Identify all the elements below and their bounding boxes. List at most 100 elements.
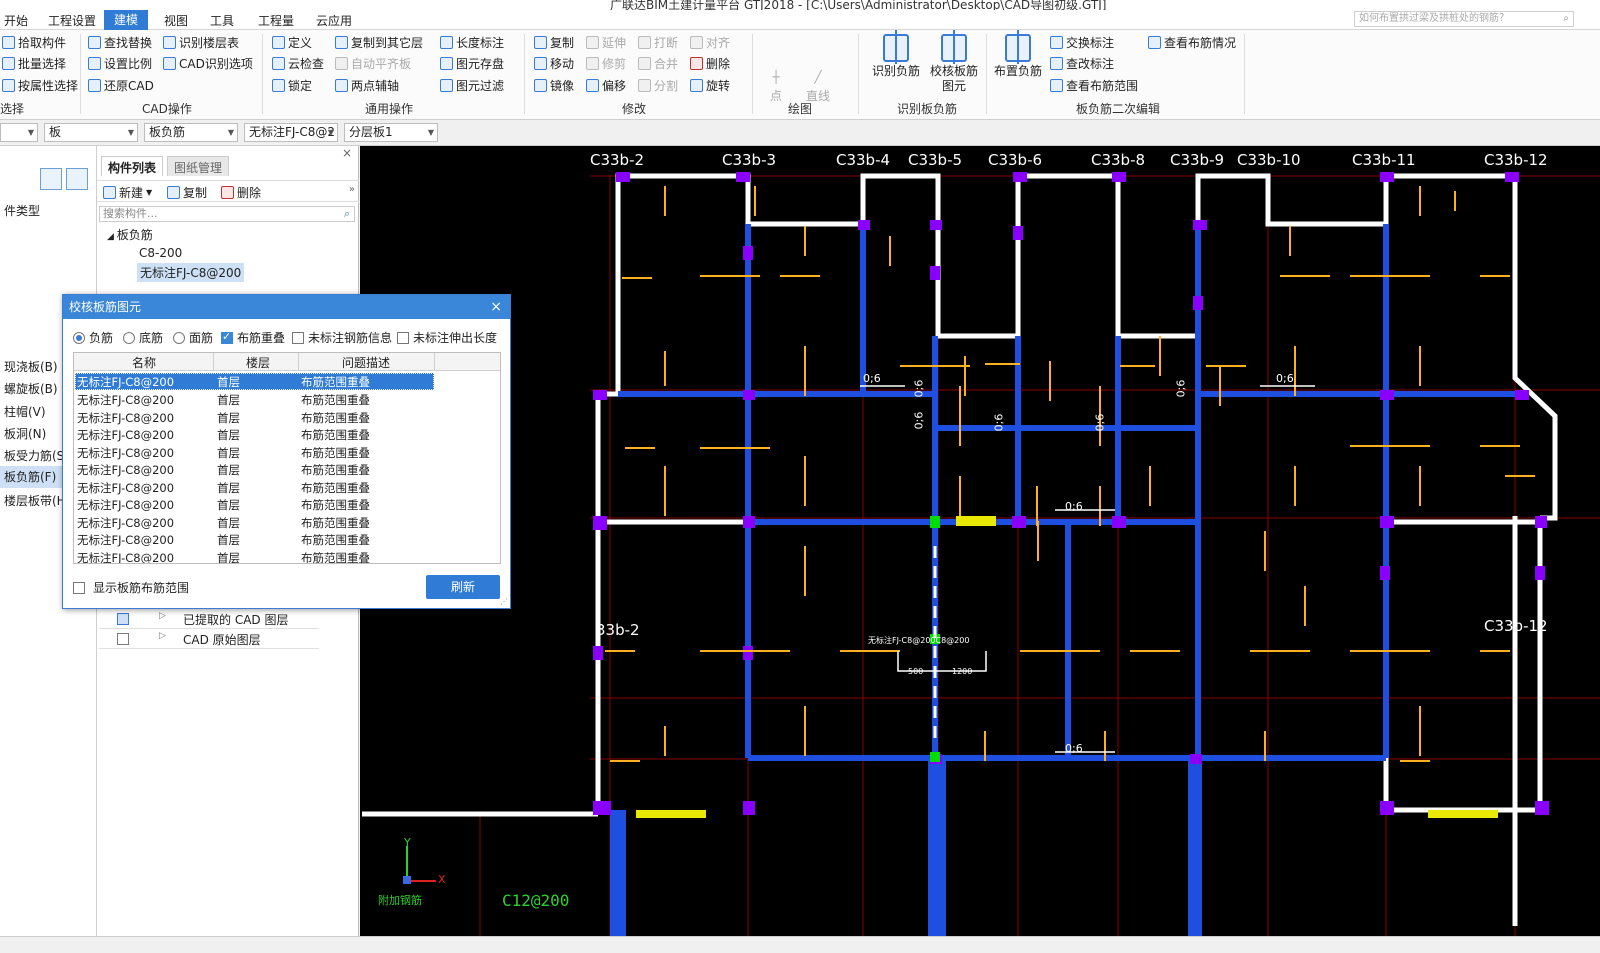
layer-row-extracted[interactable]: ▷ 已提取的 CAD 图层	[99, 609, 319, 629]
radio-icon[interactable]	[173, 331, 185, 344]
type-item-slab-hole[interactable]: 板洞(N)	[4, 425, 46, 442]
menu-start[interactable]: 开始	[4, 12, 28, 29]
checkbox-icon[interactable]	[221, 330, 233, 344]
length-dimension-button[interactable]: 长度标注	[440, 34, 504, 51]
expand-triangle-icon[interactable]: ▷	[159, 631, 166, 641]
extend-button[interactable]: 延伸	[586, 34, 626, 51]
option-negative-rebar[interactable]: 负筋	[73, 329, 113, 346]
search-icon[interactable]: ⌕	[344, 207, 350, 221]
grid-view-icon[interactable]	[66, 168, 88, 190]
copy-to-other-floor-button[interactable]: 复制到其它层	[335, 34, 423, 51]
option-top-rebar[interactable]: 面筋	[173, 329, 213, 346]
component-combo[interactable]: 无标注FJ-C8@2 ▼	[244, 123, 338, 142]
draw-point-button[interactable]: ┼ 点	[770, 70, 782, 104]
column-floor-header[interactable]: 楼层	[246, 354, 270, 371]
rotate-button[interactable]: 旋转	[690, 77, 730, 94]
type-item-cast-slab[interactable]: 现浇板(B)	[4, 358, 58, 375]
layer-checkbox[interactable]	[117, 633, 129, 645]
type-item-column-cap[interactable]: 柱帽(V)	[4, 403, 46, 420]
table-row[interactable]: 无标注FJ-C8@200 首层 布筋范围重叠	[74, 444, 500, 462]
group-label-draw[interactable]: 绘图	[788, 100, 812, 117]
select-by-property-button[interactable]: 按属性选择	[2, 77, 78, 94]
restore-cad-button[interactable]: 还原CAD	[88, 77, 154, 94]
swap-annotation-button[interactable]: 交换标注	[1050, 34, 1114, 51]
radio-icon[interactable]	[123, 331, 135, 344]
floor-combo[interactable]: ▼	[0, 123, 38, 142]
checkbox-icon[interactable]	[397, 331, 409, 344]
category-combo[interactable]: 板 ▼	[44, 123, 138, 142]
option-overlap[interactable]: 布筋重叠	[221, 329, 285, 346]
place-neg-rebar-button[interactable]: 布置负筋	[994, 30, 1042, 79]
batch-select-button[interactable]: 批量选择	[2, 55, 66, 72]
search-icon[interactable]: ⌕	[1563, 12, 1569, 26]
table-row[interactable]: 无标注FJ-C8@200 首层 布筋范围重叠	[74, 514, 500, 532]
recognize-neg-rebar-button[interactable]: 识别负筋	[872, 30, 920, 79]
group-label-common[interactable]: 通用操作	[365, 100, 413, 117]
delete-component-button[interactable]: 删除	[221, 184, 261, 201]
type-item-slab-main-rebar[interactable]: 板受力筋(S)	[4, 447, 69, 464]
group-label-select[interactable]: 选择	[0, 100, 24, 117]
table-row[interactable]: 无标注FJ-C8@200 首层 布筋范围重叠	[74, 549, 500, 564]
table-row[interactable]: 无标注FJ-C8@200 首层 布筋范围重叠	[74, 531, 500, 549]
layer-checkbox[interactable]	[117, 613, 129, 625]
type-item-floor-strip[interactable]: 楼层板带(H)	[4, 492, 70, 509]
expand-triangle-icon[interactable]: ▷	[159, 611, 166, 621]
trim-button[interactable]: 修剪	[586, 55, 626, 72]
close-icon[interactable]: ×	[490, 295, 502, 319]
tree-item-unmarked-fj[interactable]: 无标注FJ-C8@200	[137, 263, 245, 282]
resize-grip-icon[interactable]: ⋰	[500, 597, 508, 606]
option-missing-extension[interactable]: 未标注伸出长度	[397, 329, 497, 346]
delete-button[interactable]: 删除	[690, 55, 730, 72]
table-row[interactable]: 无标注FJ-C8@200 首层 布筋范围重叠	[74, 496, 500, 514]
menu-view[interactable]: 视图	[164, 12, 188, 29]
move-button[interactable]: 移动	[534, 55, 574, 72]
checkbox-icon[interactable]	[73, 581, 85, 594]
set-scale-button[interactable]: 设置比例	[88, 55, 152, 72]
show-range-option[interactable]: 显示板筋布筋范围	[73, 579, 189, 596]
more-icon[interactable]: »	[349, 184, 355, 195]
group-label-recognize[interactable]: 识别板负筋	[897, 100, 957, 117]
define-button[interactable]: 定义	[272, 34, 312, 51]
lock-button[interactable]: 锁定	[272, 77, 312, 94]
check-annotation-button[interactable]: 查改标注	[1050, 55, 1114, 72]
drawing-canvas[interactable]: C33b-2 C33b-3 C33b-4 C33b-5 C33b-6 C33b-…	[360, 146, 1600, 936]
checkbox-icon[interactable]	[292, 331, 304, 344]
recognize-floor-table-button[interactable]: 识别楼层表	[163, 34, 239, 51]
split-button[interactable]: 分割	[638, 77, 678, 94]
table-row[interactable]: 无标注FJ-C8@200 首层 布筋范围重叠	[74, 409, 500, 427]
find-replace-button[interactable]: 查找替换	[88, 34, 152, 51]
list-view-icon[interactable]	[40, 168, 62, 190]
column-name-header[interactable]: 名称	[132, 354, 156, 371]
merge-button[interactable]: 合并	[638, 55, 678, 72]
refresh-button[interactable]: 刷新	[426, 575, 500, 599]
draw-line-button[interactable]: ╱ 直线	[806, 70, 830, 104]
cad-options-button[interactable]: CAD识别选项	[163, 55, 253, 72]
close-icon[interactable]: ×	[342, 146, 352, 160]
menu-project-settings[interactable]: 工程设置	[48, 12, 96, 29]
group-label-modify[interactable]: 修改	[622, 100, 646, 117]
type-item-spiral-slab[interactable]: 螺旋板(B)	[4, 380, 58, 397]
new-component-button[interactable]: 新建 ▼	[103, 184, 152, 201]
tree-item-c8-200[interactable]: C8-200	[139, 246, 182, 260]
tree-root[interactable]: ◢ 板负筋	[107, 226, 153, 243]
copy-component-button[interactable]: 复制	[167, 184, 207, 201]
component-search-input[interactable]: 搜索构件... ⌕	[99, 206, 355, 222]
table-row[interactable]: 无标注FJ-C8@200 首层 布筋范围重叠	[74, 461, 500, 479]
element-filter-button[interactable]: 图元过滤	[440, 77, 504, 94]
table-row[interactable]: 无标注FJ-C8@200 首层 布筋范围重叠	[74, 391, 500, 409]
cloud-check-button[interactable]: 云检查	[272, 55, 324, 72]
offset-button[interactable]: 偏移	[586, 77, 626, 94]
radio-icon[interactable]	[73, 331, 85, 344]
verify-slab-rebar-button[interactable]: 校核板筋图元	[928, 30, 980, 94]
table-row[interactable]: 无标注FJ-C8@200 首层 布筋范围重叠	[74, 479, 500, 497]
auto-align-slab-button[interactable]: 自动平齐板	[335, 55, 411, 72]
group-label-edit[interactable]: 板负筋二次编辑	[1076, 100, 1160, 117]
type-combo[interactable]: 板负筋 ▼	[144, 123, 238, 142]
option-missing-rebar-info[interactable]: 未标注钢筋信息	[292, 329, 392, 346]
view-rebar-status-button[interactable]: 查看布筋情况	[1148, 34, 1236, 51]
menu-quantity[interactable]: 工程量	[258, 12, 294, 29]
collapse-triangle-icon[interactable]: ◢	[107, 232, 117, 242]
two-point-axis-button[interactable]: 两点辅轴	[335, 77, 399, 94]
floor-plan-drawing[interactable]	[360, 146, 1600, 936]
option-bottom-rebar[interactable]: 底筋	[123, 329, 163, 346]
